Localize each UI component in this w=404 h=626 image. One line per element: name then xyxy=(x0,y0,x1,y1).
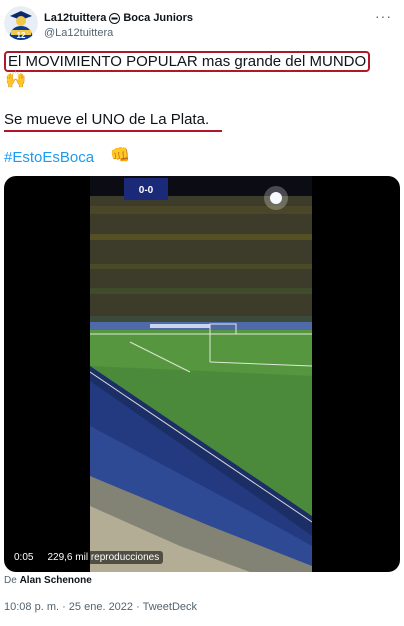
more-options-icon[interactable]: ··· xyxy=(375,8,392,24)
red-underline xyxy=(4,130,222,132)
video-frame[interactable]: 0-0 xyxy=(90,176,312,572)
tweet-line-2: Se mueve el UNO de La Plata. xyxy=(4,111,210,128)
avatar[interactable]: 12 xyxy=(4,6,38,40)
credit-name[interactable]: Alan Schenone xyxy=(20,575,92,586)
tweet-timestamp[interactable]: 10:08 p. m. · 25 ene. 2022 · TweetDeck xyxy=(4,601,197,613)
affiliation-badge-icon xyxy=(109,12,121,24)
credit-prefix: De xyxy=(4,575,17,586)
hashtag-link[interactable]: #EstoEsBoca xyxy=(4,148,94,168)
affiliation-name[interactable]: Boca Juniors xyxy=(123,12,193,24)
author-name-row: La12tuittera Boca Juniors xyxy=(44,12,193,24)
media-credit: De Alan Schenone xyxy=(4,575,92,586)
tweet-header: 12 La12tuittera Boca Juniors @La12tuitte… xyxy=(4,6,400,42)
video-overlay: 0:05 229,6 mil reproducciones xyxy=(10,551,164,564)
highlighted-text-box: El MOVIMIENTO POPULAR mas grande del MUN… xyxy=(4,51,371,72)
video-time: 0:05 xyxy=(10,551,38,564)
author-handle[interactable]: @La12tuittera xyxy=(44,27,113,39)
tweet-line-1: El MOVIMIENTO POPULAR mas grande del MUN… xyxy=(4,51,371,72)
fist-icon: 👊 xyxy=(110,147,130,164)
display-name[interactable]: La12tuittera xyxy=(44,12,106,24)
raised-hands-icon: 🙌 xyxy=(5,70,27,89)
video-player[interactable]: 0-0 0:05 229,6 mil reproducciones xyxy=(4,176,400,572)
scoreboard-text: 0-0 xyxy=(139,185,154,196)
svg-text:12: 12 xyxy=(17,31,26,40)
video-views: 229,6 mil reproducciones xyxy=(43,551,164,564)
